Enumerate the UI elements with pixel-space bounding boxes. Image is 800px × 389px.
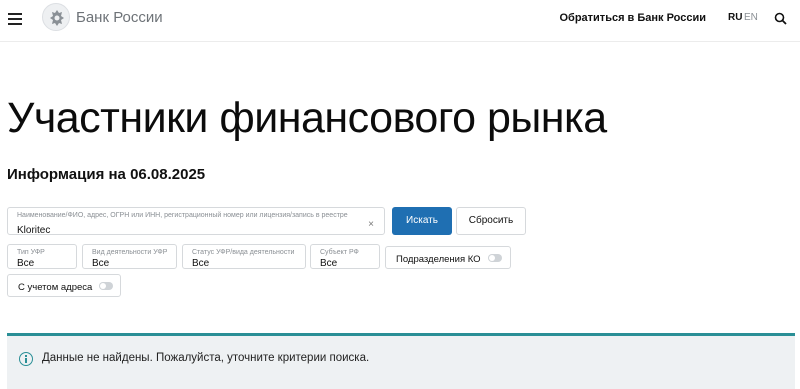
status-select[interactable]: Статус УФР/вида деятельности Все xyxy=(182,244,306,269)
address-toggle-label: С учетом адреса xyxy=(18,282,93,293)
type-select-label: Тип УФР xyxy=(17,249,45,256)
type-select[interactable]: Тип УФР Все xyxy=(7,244,77,269)
search-button[interactable]: Искать xyxy=(392,207,452,235)
appeal-link[interactable]: Обратиться в Банк России xyxy=(559,12,706,24)
search-input-label: Наименование/ФИО, адрес, ОГРН или ИНН, р… xyxy=(17,212,348,219)
info-date: Информация на 06.08.2025 xyxy=(7,166,206,183)
activity-select-value: Все xyxy=(92,258,110,269)
site-header: Банк России Обратиться в Банк России RU … xyxy=(0,0,800,42)
search-input-value[interactable]: Kloritec xyxy=(17,225,50,236)
bank-emblem-icon[interactable] xyxy=(42,3,70,31)
no-results-notice: Данные не найдены. Пожалуйста, уточните … xyxy=(7,333,795,389)
clear-icon[interactable]: × xyxy=(368,219,374,230)
activity-select[interactable]: Вид деятельности УФР Все xyxy=(82,244,177,269)
region-select-label: Субъект РФ xyxy=(320,249,359,256)
status-select-value: Все xyxy=(192,258,210,269)
branches-switch[interactable] xyxy=(488,254,502,262)
type-select-value: Все xyxy=(17,258,35,269)
branches-toggle[interactable]: Подразделения КО xyxy=(385,246,511,269)
info-icon xyxy=(19,352,33,366)
address-switch[interactable] xyxy=(99,282,113,290)
notice-text: Данные не найдены. Пожалуйста, уточните … xyxy=(42,352,370,364)
region-select[interactable]: Субъект РФ Все xyxy=(310,244,380,269)
search-input[interactable]: Наименование/ФИО, адрес, ОГРН или ИНН, р… xyxy=(7,207,385,236)
region-select-value: Все xyxy=(320,258,338,269)
reset-button[interactable]: Сбросить xyxy=(456,207,526,235)
activity-select-label: Вид деятельности УФР xyxy=(92,249,168,256)
lang-ru-link[interactable]: RU xyxy=(728,12,742,23)
status-select-label: Статус УФР/вида деятельности xyxy=(192,249,295,256)
address-toggle[interactable]: С учетом адреса xyxy=(7,274,121,297)
lang-en-link[interactable]: EN xyxy=(744,12,758,23)
page-title: Участники финансового рынка xyxy=(7,94,607,142)
search-icon[interactable] xyxy=(774,12,788,26)
branches-toggle-label: Подразделения КО xyxy=(396,254,481,265)
brand-name[interactable]: Банк России xyxy=(76,9,163,26)
menu-icon[interactable] xyxy=(8,13,22,25)
